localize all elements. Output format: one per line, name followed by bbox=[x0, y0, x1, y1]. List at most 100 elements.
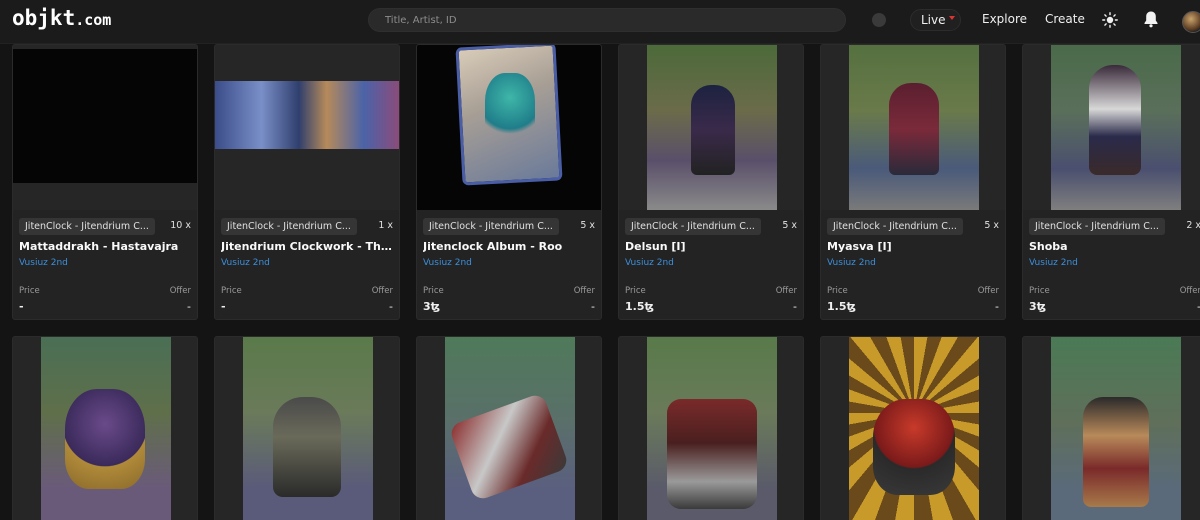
cat-character-figure bbox=[65, 389, 145, 489]
artist-link[interactable]: Vusiuz 2nd bbox=[221, 258, 270, 268]
token-meta: JitenClock - Jitendrium C... 5 x Myasva … bbox=[821, 210, 1005, 319]
token-thumbnail[interactable] bbox=[1023, 337, 1200, 520]
token-card[interactable] bbox=[618, 336, 804, 520]
sun-icon[interactable] bbox=[1102, 12, 1118, 28]
character-figure bbox=[691, 85, 735, 175]
collection-badge[interactable]: JitenClock - Jitendrium C... bbox=[827, 218, 963, 235]
offer-label: Offer bbox=[1179, 286, 1200, 296]
token-thumbnail[interactable] bbox=[13, 337, 197, 520]
offer-value: - bbox=[187, 300, 191, 313]
token-title[interactable]: Mattaddrakh - Hastavajra bbox=[19, 240, 195, 253]
token-title[interactable]: Jitenclock Album - Roo bbox=[423, 240, 599, 253]
price-value: - bbox=[221, 300, 226, 313]
token-thumbnail[interactable] bbox=[619, 45, 803, 210]
artist-link[interactable]: Vusiuz 2nd bbox=[19, 258, 68, 268]
offer-label: Offer bbox=[573, 286, 595, 296]
offer-value: - bbox=[793, 300, 797, 313]
theme-toggle-dot[interactable] bbox=[872, 13, 886, 27]
token-meta: JitenClock - Jitendrium C... 1 x Jitendr… bbox=[215, 210, 399, 319]
token-meta: JitenClock - Jitendrium C... 5 x Jitencl… bbox=[417, 210, 601, 319]
editions-count: 5 x bbox=[984, 220, 999, 231]
price-value: 1.5ꜩ bbox=[625, 300, 654, 313]
collection-badge[interactable]: JitenClock - Jitendrium C... bbox=[423, 218, 559, 235]
token-meta: JitenClock - Jitendrium C... 2 x Shoba V… bbox=[1023, 210, 1200, 319]
token-card[interactable] bbox=[12, 336, 198, 520]
token-card[interactable] bbox=[1022, 336, 1200, 520]
token-card[interactable]: JitenClock - Jitendrium C... 5 x Myasva … bbox=[820, 44, 1006, 320]
price-label: Price bbox=[423, 286, 444, 296]
search-input[interactable] bbox=[368, 8, 846, 32]
token-meta: JitenClock - Jitendrium C... 5 x Delsun … bbox=[619, 210, 803, 319]
artist-link[interactable]: Vusiuz 2nd bbox=[625, 258, 674, 268]
collection-badge[interactable]: JitenClock - Jitendrium C... bbox=[221, 218, 357, 235]
token-grid: JitenClock - Jitendrium C... 10 x Mattad… bbox=[0, 44, 1200, 520]
character-figure bbox=[485, 73, 535, 143]
token-thumbnail[interactable] bbox=[619, 337, 803, 520]
character-figure bbox=[1089, 65, 1141, 175]
token-card[interactable] bbox=[214, 336, 400, 520]
editions-count: 5 x bbox=[580, 220, 595, 231]
token-card[interactable] bbox=[820, 336, 1006, 520]
price-value: 1.5ꜩ bbox=[827, 300, 856, 313]
token-thumbnail[interactable] bbox=[417, 337, 601, 520]
bell-icon[interactable] bbox=[1143, 10, 1159, 28]
token-title[interactable]: Delsun [I] bbox=[625, 240, 801, 253]
token-card[interactable]: JitenClock - Jitendrium C... 10 x Mattad… bbox=[12, 44, 198, 320]
token-card[interactable]: JitenClock - Jitendrium C... 2 x Shoba V… bbox=[1022, 44, 1200, 320]
panorama-artwork bbox=[215, 81, 399, 149]
collection-badge[interactable]: JitenClock - Jitendrium C... bbox=[1029, 218, 1165, 235]
offer-value: - bbox=[389, 300, 393, 313]
token-thumbnail[interactable] bbox=[215, 45, 399, 210]
editions-count: 2 x bbox=[1186, 220, 1200, 231]
offer-value: - bbox=[591, 300, 595, 313]
logo-suffix: .com bbox=[75, 11, 112, 29]
armor-character-figure bbox=[667, 399, 757, 509]
live-dropdown[interactable]: Live bbox=[910, 9, 961, 31]
collection-badge[interactable]: JitenClock - Jitendrium C... bbox=[625, 218, 761, 235]
token-title[interactable]: Myasva [I] bbox=[827, 240, 1003, 253]
price-label: Price bbox=[827, 286, 848, 296]
editions-count: 5 x bbox=[782, 220, 797, 231]
offer-label: Offer bbox=[977, 286, 999, 296]
price-label: Price bbox=[19, 286, 40, 296]
price-value: 3ꜩ bbox=[1029, 300, 1047, 313]
token-card[interactable] bbox=[416, 336, 602, 520]
creature-character-figure bbox=[873, 399, 955, 495]
deer-character-figure bbox=[1083, 397, 1149, 507]
offer-label: Offer bbox=[775, 286, 797, 296]
token-thumbnail[interactable] bbox=[13, 45, 197, 210]
artist-link[interactable]: Vusiuz 2nd bbox=[827, 258, 876, 268]
nav-explore[interactable]: Explore bbox=[982, 12, 1027, 26]
editions-count: 10 x bbox=[170, 220, 191, 231]
offer-label: Offer bbox=[169, 286, 191, 296]
token-thumbnail[interactable] bbox=[215, 337, 399, 520]
token-card[interactable]: JitenClock - Jitendrium C... 5 x Jitencl… bbox=[416, 44, 602, 320]
price-value: - bbox=[19, 300, 24, 313]
logo-brand: objkt bbox=[12, 6, 76, 30]
dark-artwork bbox=[13, 49, 197, 183]
collection-badge[interactable]: JitenClock - Jitendrium C... bbox=[19, 218, 155, 235]
price-value: 3ꜩ bbox=[423, 300, 441, 313]
avatar[interactable] bbox=[1182, 11, 1200, 33]
offer-label: Offer bbox=[371, 286, 393, 296]
robot-character-figure bbox=[273, 397, 341, 497]
artist-link[interactable]: Vusiuz 2nd bbox=[423, 258, 472, 268]
token-title[interactable]: Jitendrium Clockwork - The 1s... bbox=[221, 240, 397, 253]
token-meta: JitenClock - Jitendrium C... 10 x Mattad… bbox=[13, 210, 197, 319]
token-title[interactable]: Shoba bbox=[1029, 240, 1200, 253]
nav-create[interactable]: Create bbox=[1045, 12, 1085, 26]
artist-link[interactable]: Vusiuz 2nd bbox=[1029, 258, 1078, 268]
token-card[interactable]: JitenClock - Jitendrium C... 5 x Delsun … bbox=[618, 44, 804, 320]
price-label: Price bbox=[221, 286, 242, 296]
caret-down-icon bbox=[948, 16, 955, 20]
price-label: Price bbox=[1029, 286, 1050, 296]
logo[interactable]: objkt.com bbox=[12, 6, 111, 30]
top-header: objkt.com Live Explore Create bbox=[0, 0, 1200, 44]
token-thumbnail[interactable] bbox=[1023, 45, 1200, 210]
character-figure bbox=[889, 83, 939, 175]
editions-count: 1 x bbox=[378, 220, 393, 231]
token-thumbnail[interactable] bbox=[821, 45, 1005, 210]
token-thumbnail[interactable] bbox=[417, 45, 601, 210]
token-thumbnail[interactable] bbox=[821, 337, 1005, 520]
token-card[interactable]: JitenClock - Jitendrium C... 1 x Jitendr… bbox=[214, 44, 400, 320]
